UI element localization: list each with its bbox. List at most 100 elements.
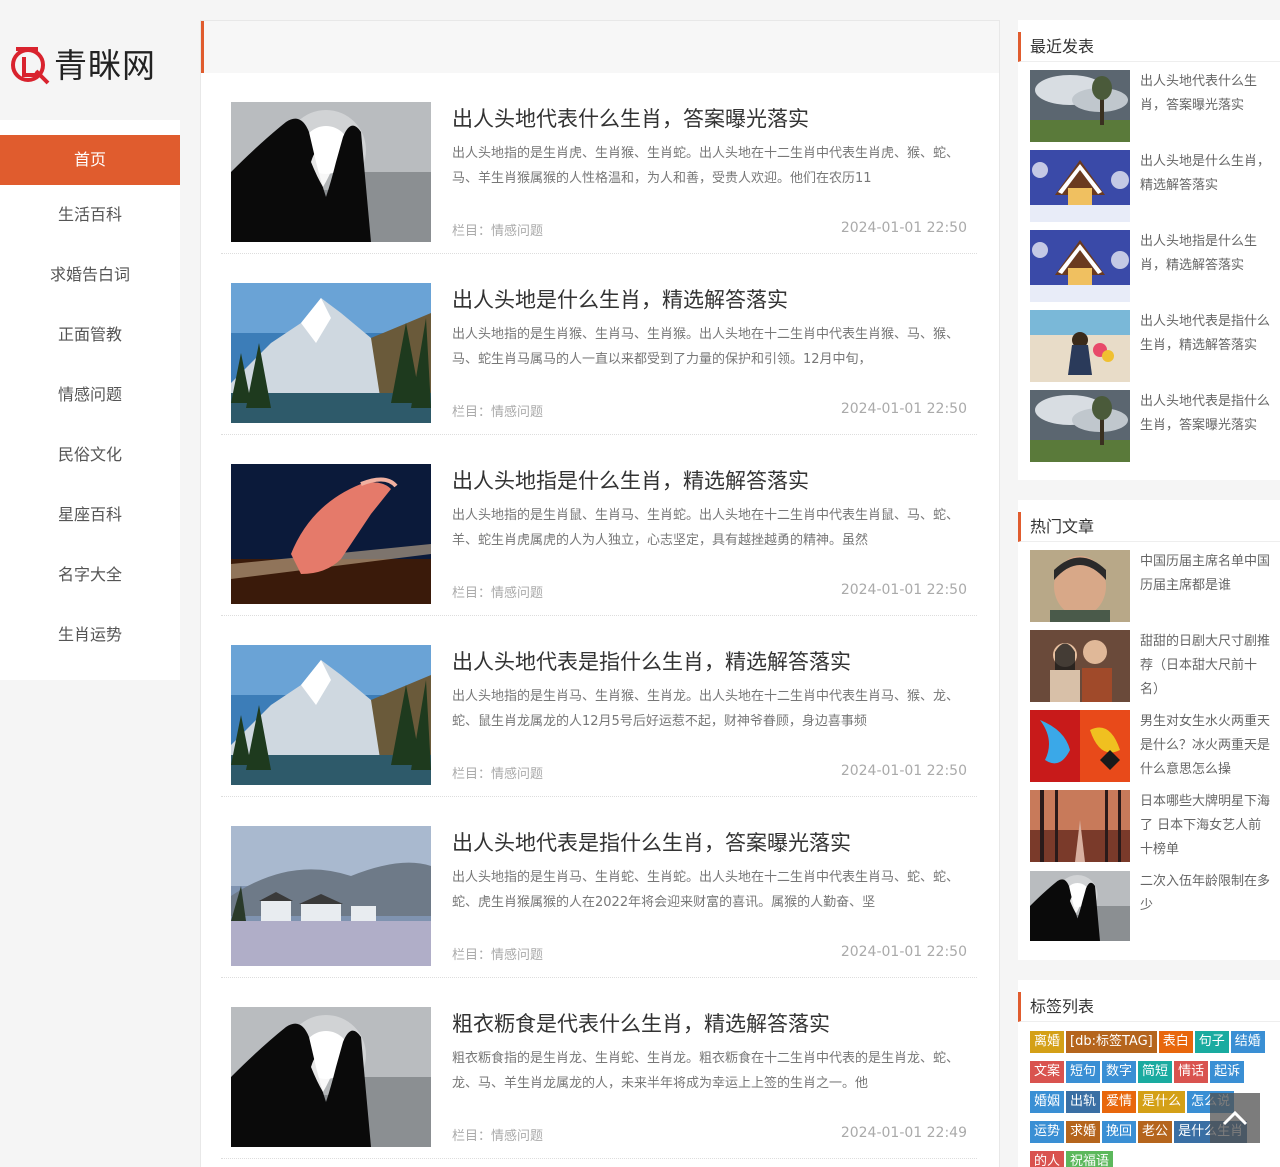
article-title[interactable]: 出人头地代表是指什么生肖，精选解答落实 [452, 646, 851, 676]
tag-link[interactable]: 挽回 [1102, 1121, 1137, 1143]
nav-item-life[interactable]: 生活百科 [0, 185, 180, 245]
recent-thumbnail[interactable] [1030, 230, 1130, 302]
nav-item-fortune[interactable]: 生肖运势 [0, 605, 180, 665]
article-thumbnail[interactable] [231, 1007, 431, 1147]
tag-link[interactable]: 离婚 [1030, 1031, 1065, 1053]
article-item[interactable]: 出人头地是什么生肖，精选解答落实 出人头地指的是生肖猴、生肖马、生肖猴。出人头地… [221, 254, 977, 435]
tag-link[interactable]: 是什么 [1138, 1091, 1186, 1113]
article-thumbnail[interactable] [231, 464, 431, 604]
tag-link[interactable]: 出轨 [1066, 1091, 1101, 1113]
article-title[interactable]: 出人头地指是什么生肖，精选解答落实 [452, 465, 809, 495]
recent-item[interactable]: 出人头地代表什么生肖，答案曝光落实 [1030, 70, 1280, 142]
tag-link[interactable]: 起诉 [1210, 1061, 1245, 1083]
nav-item-emotion[interactable]: 情感问题 [0, 365, 180, 425]
tag-link[interactable]: 文案 [1030, 1061, 1065, 1083]
recent-item[interactable]: 出人头地代表是指什么生肖，答案曝光落实 [1030, 390, 1280, 462]
tag-link[interactable]: 情话 [1174, 1061, 1209, 1083]
article-item[interactable]: 出人头地代表什么生肖，答案曝光落实 出人头地指的是生肖虎、生肖猴、生肖蛇。出人头… [221, 73, 977, 254]
hot-item[interactable]: 中国历届主席名单中国历届主席都是谁 [1030, 550, 1280, 622]
hot-item[interactable]: 二次入伍年龄限制在多少 [1030, 870, 1280, 942]
recent-item[interactable]: 出人头地是什么生肖，精选解答落实 [1030, 150, 1280, 222]
tag-link[interactable]: 祝福语 [1066, 1151, 1114, 1167]
tag-link[interactable]: 短句 [1066, 1061, 1101, 1083]
article-category[interactable]: 栏目：情感问题 [452, 944, 543, 963]
hot-link[interactable]: 男生对女生水火两重天是什么？冰火两重天是什么意思怎么操 [1140, 710, 1270, 782]
article-category[interactable]: 栏目：情感问题 [452, 220, 543, 239]
tag-link[interactable]: 婚姻 [1030, 1091, 1065, 1113]
article-category[interactable]: 栏目：情感问题 [452, 401, 543, 420]
nav-item-folk[interactable]: 民俗文化 [0, 425, 180, 485]
tag-link[interactable]: 老公 [1138, 1121, 1173, 1143]
portrait-image [1030, 550, 1130, 622]
article-category[interactable]: 栏目：情感问题 [452, 582, 543, 601]
hot-title: 热门文章 [1018, 512, 1280, 542]
hot-link[interactable]: 二次入伍年龄限制在多少 [1140, 870, 1270, 918]
site-logo[interactable]: 青眯网 [8, 38, 178, 88]
nav-item-zodiac[interactable]: 星座百科 [0, 485, 180, 545]
nav-item-home[interactable]: 首页 [0, 135, 180, 185]
article-title[interactable]: 出人头地是什么生肖，精选解答落实 [452, 284, 788, 314]
tag-link[interactable]: 数字 [1102, 1061, 1137, 1083]
recent-thumbnail[interactable] [1030, 310, 1130, 382]
recent-item[interactable]: 出人头地代表是指什么生肖，精选解答落实 [1030, 310, 1280, 382]
article-item[interactable]: 出人头地指是什么生肖，精选解答落实 出人头地指的是生肖鼠、生肖马、生肖蛇。出人头… [221, 435, 977, 616]
recent-item[interactable]: 出人头地指是什么生肖，精选解答落实 [1030, 230, 1280, 302]
cloud-tree-image [1030, 390, 1130, 462]
article-category[interactable]: 栏目：情感问题 [452, 763, 543, 782]
article-title[interactable]: 出人头地代表是指什么生肖，答案曝光落实 [452, 827, 851, 857]
hot-widget: 热门文章 中国历届主席名单中国历届主席都是谁 甜甜的日剧大尺寸剧推荐（日本甜大尺… [1018, 500, 1280, 960]
hot-thumbnail[interactable] [1030, 550, 1130, 622]
recent-thumbnail[interactable] [1030, 390, 1130, 462]
hot-link[interactable]: 甜甜的日剧大尺寸剧推荐（日本甜大尺前十名） [1140, 630, 1270, 702]
mountain-lake-image [231, 645, 431, 785]
hot-thumbnail[interactable] [1030, 870, 1130, 942]
hot-link[interactable]: 中国历届主席名单中国历届主席都是谁 [1140, 550, 1270, 598]
hot-thumbnail[interactable] [1030, 790, 1130, 862]
article-category[interactable]: 栏目：情感问题 [452, 1125, 543, 1144]
back-to-top-button[interactable] [1210, 1093, 1260, 1143]
article-item[interactable]: 出人头地代表是指什么生肖，答案曝光落实 出人头地指的是生肖马、生肖蛇、生肖蛇。出… [221, 797, 977, 978]
site-name: 青眯网 [54, 46, 156, 85]
heart-hands-image [231, 102, 431, 242]
hot-thumbnail[interactable] [1030, 710, 1130, 782]
hot-item[interactable]: 男生对女生水火两重天是什么？冰火两重天是什么意思怎么操 [1030, 710, 1280, 782]
nav-item-discipline[interactable]: 正面管教 [0, 305, 180, 365]
article-thumbnail[interactable] [231, 645, 431, 785]
recent-thumbnail[interactable] [1030, 70, 1130, 142]
article-item[interactable]: 粗衣粝食是代表什么生肖，精选解答落实 粗衣粝食指的是生肖龙、生肖蛇、生肖龙。粗衣… [221, 978, 977, 1159]
tag-link[interactable]: 爱情 [1102, 1091, 1137, 1113]
hot-thumbnail[interactable] [1030, 630, 1130, 702]
tag-link[interactable]: [db:标签TAG] [1066, 1031, 1157, 1053]
piano-hand-image [231, 464, 431, 604]
tag-link[interactable]: 简短 [1138, 1061, 1173, 1083]
tag-link[interactable]: 结婚 [1230, 1031, 1265, 1053]
nav-item-proposal[interactable]: 求婚告白词 [0, 245, 180, 305]
hot-item[interactable]: 甜甜的日剧大尺寸剧推荐（日本甜大尺前十名） [1030, 630, 1280, 702]
article-thumbnail[interactable] [231, 102, 431, 242]
tags-title: 标签列表 [1018, 992, 1280, 1022]
recent-link[interactable]: 出人头地是什么生肖，精选解答落实 [1140, 150, 1270, 198]
recent-link[interactable]: 出人头地指是什么生肖，精选解答落实 [1140, 230, 1270, 278]
article-item[interactable]: 出人头地代表是指什么生肖，精选解答落实 出人头地指的是生肖马、生肖猴、生肖龙。出… [221, 616, 977, 797]
article-title[interactable]: 粗衣粝食是代表什么生肖，精选解答落实 [452, 1008, 830, 1038]
tag-link[interactable]: 表白 [1158, 1031, 1193, 1053]
couple-image [1030, 630, 1130, 702]
recent-link[interactable]: 出人头地代表是指什么生肖，答案曝光落实 [1140, 390, 1270, 438]
nav-item-names[interactable]: 名字大全 [0, 545, 180, 605]
tag-link[interactable]: 求婚 [1066, 1121, 1101, 1143]
article-summary: 出人头地指的是生肖鼠、生肖马、生肖蛇。出人头地在十二生肖中代表生肖鼠、马、蛇、羊… [452, 508, 960, 548]
article-thumbnail[interactable] [231, 283, 431, 423]
main-nav: 首页 生活百科 求婚告白词 正面管教 情感问题 民俗文化 星座百科 名字大全 生… [0, 120, 180, 680]
tag-link[interactable]: 的人 [1030, 1151, 1065, 1167]
tag-link[interactable]: 运势 [1030, 1121, 1065, 1143]
snow-cabin-image [1030, 230, 1130, 302]
recent-link[interactable]: 出人头地代表什么生肖，答案曝光落实 [1140, 70, 1270, 118]
recent-link[interactable]: 出人头地代表是指什么生肖，精选解答落实 [1140, 310, 1270, 358]
hot-link[interactable]: 日本哪些大牌明星下海了 日本下海女艺人前十榜单 [1140, 790, 1270, 862]
hot-item[interactable]: 日本哪些大牌明星下海了 日本下海女艺人前十榜单 [1030, 790, 1280, 862]
article-thumbnail[interactable] [231, 826, 431, 966]
article-summary: 出人头地指的是生肖虎、生肖猴、生肖蛇。出人头地在十二生肖中代表生肖虎、猴、蛇、马… [452, 146, 960, 186]
article-title[interactable]: 出人头地代表什么生肖，答案曝光落实 [452, 103, 809, 133]
recent-thumbnail[interactable] [1030, 150, 1130, 222]
tag-link[interactable]: 句子 [1194, 1031, 1229, 1053]
